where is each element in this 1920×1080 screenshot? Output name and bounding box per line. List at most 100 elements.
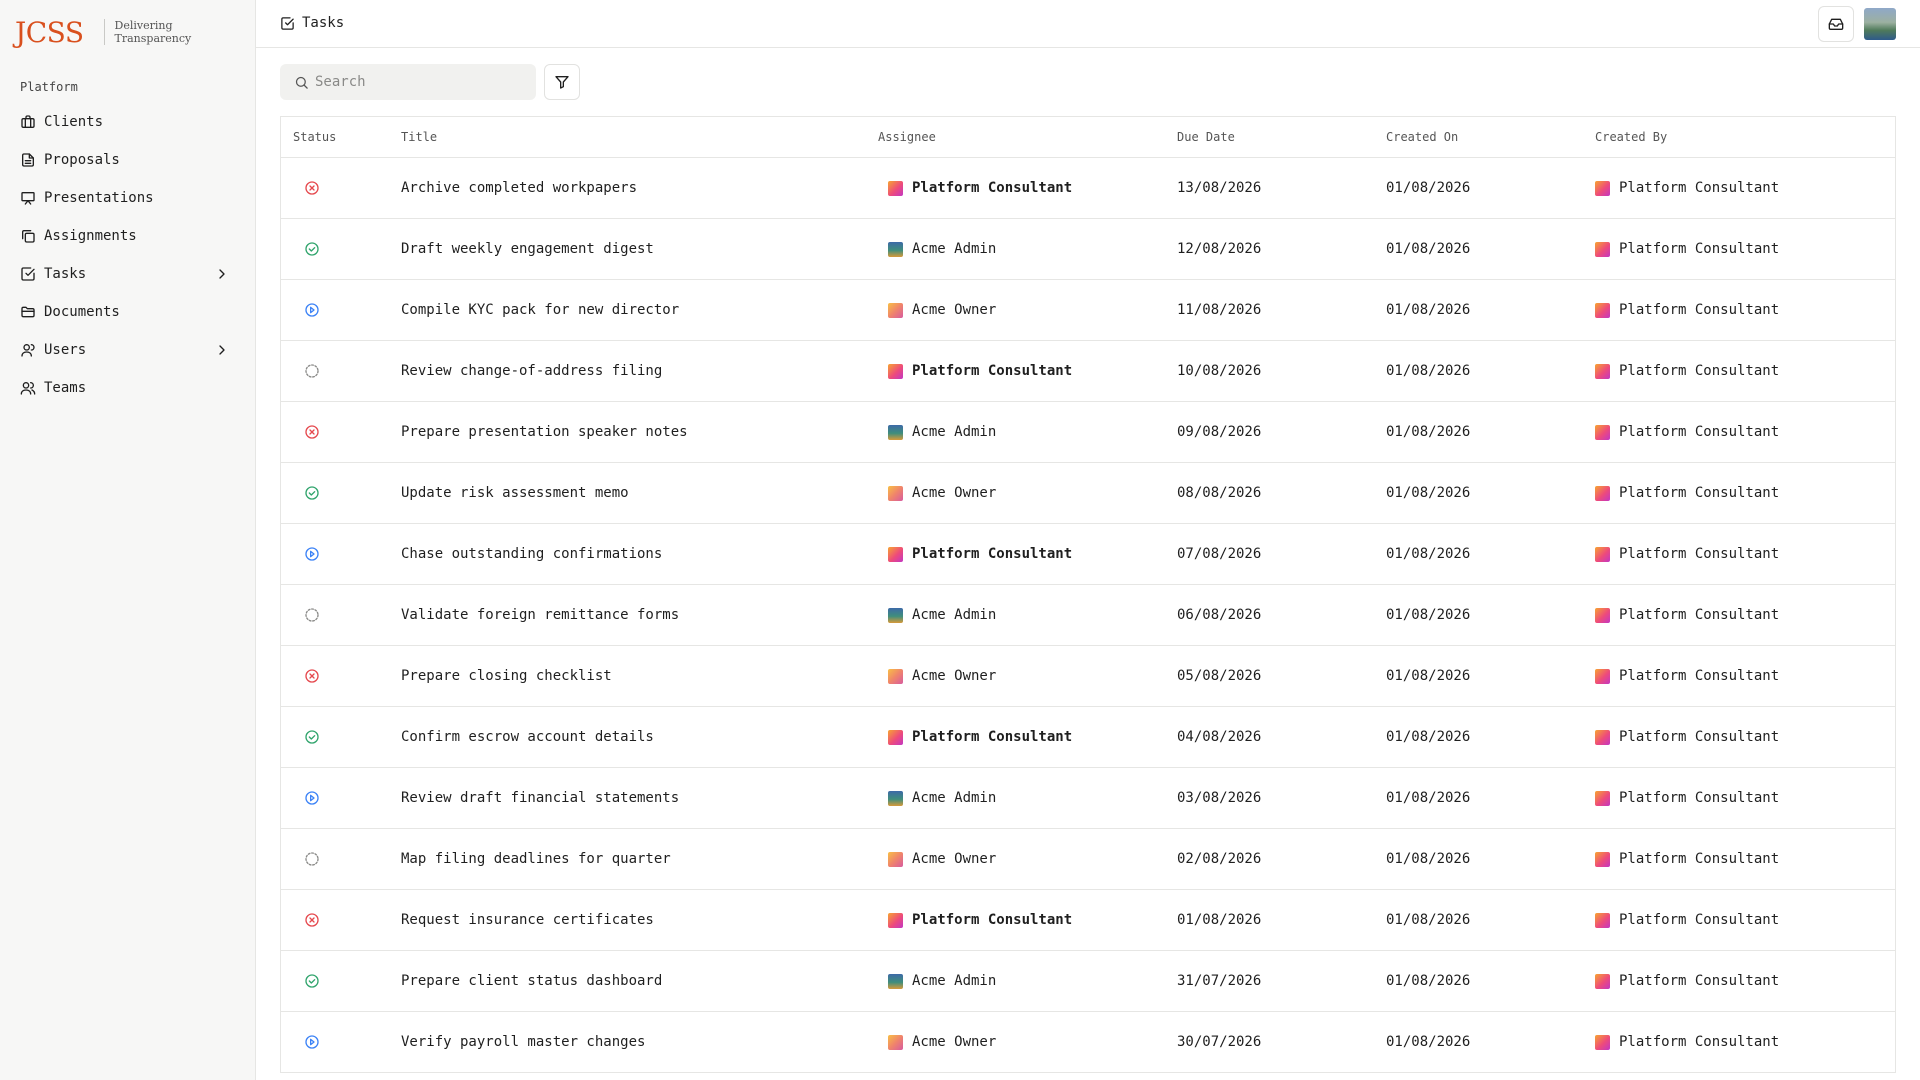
sidebar-item-teams[interactable]: Teams — [12, 369, 244, 407]
assignee-cell[interactable]: Acme Admin — [878, 241, 1177, 257]
status-cell[interactable] — [281, 302, 401, 318]
assignee[interactable]: Acme Admin — [888, 607, 1177, 623]
task-title[interactable]: Review change-of-address filing — [401, 363, 878, 379]
task-title[interactable]: Chase outstanding confirmations — [401, 546, 878, 562]
status-cell[interactable] — [281, 424, 401, 440]
table-row[interactable]: Prepare client status dashboard Acme Admi… — [281, 951, 1895, 1012]
table-row[interactable]: Request insurance certificates Platform C… — [281, 890, 1895, 951]
table-row[interactable]: Confirm escrow account details Platform C… — [281, 707, 1895, 768]
assignee[interactable]: Platform Consultant — [888, 912, 1177, 928]
assignee[interactable]: Platform Consultant — [888, 180, 1177, 196]
task-title[interactable]: Validate foreign remittance forms — [401, 607, 878, 623]
column-header-title[interactable]: Title — [401, 130, 878, 144]
table-row[interactable]: Review draft financial statements Acme Ad… — [281, 768, 1895, 829]
table-row[interactable]: Prepare presentation speaker notes Acme A… — [281, 402, 1895, 463]
assignee-cell[interactable]: Platform Consultant — [878, 546, 1177, 562]
assignee-cell[interactable]: Platform Consultant — [878, 363, 1177, 379]
column-header-due-date[interactable]: Due Date — [1177, 130, 1386, 144]
task-title[interactable]: Request insurance certificates — [401, 912, 878, 928]
status-cell[interactable] — [281, 241, 401, 257]
table-row[interactable]: Review change-of-address filing Platform … — [281, 341, 1895, 402]
column-header-created-on[interactable]: Created On — [1386, 130, 1595, 144]
assignee[interactable]: Acme Owner — [888, 851, 1177, 867]
search-box[interactable] — [280, 64, 536, 100]
assignee-cell[interactable]: Acme Owner — [878, 485, 1177, 501]
assignee-cell[interactable]: Platform Consultant — [878, 912, 1177, 928]
table-row[interactable]: Chase outstanding confirmations Platform … — [281, 524, 1895, 585]
column-header-created-by[interactable]: Created By — [1595, 130, 1895, 144]
logo[interactable]: JCSS — [15, 16, 84, 49]
task-title[interactable]: Prepare client status dashboard — [401, 973, 878, 989]
table-row[interactable]: Compile KYC pack for new director Acme Ow… — [281, 280, 1895, 341]
status-cell[interactable] — [281, 668, 401, 684]
sidebar-item-assignments[interactable]: Assignments — [12, 217, 244, 255]
assignee[interactable]: Acme Owner — [888, 668, 1177, 684]
task-title[interactable]: Update risk assessment memo — [401, 485, 878, 501]
table-row[interactable]: Draft weekly engagement digest Acme Admin… — [281, 219, 1895, 280]
assignee-cell[interactable]: Acme Owner — [878, 668, 1177, 684]
task-title[interactable]: Review draft financial statements — [401, 790, 878, 806]
task-title[interactable]: Verify payroll master changes — [401, 1034, 878, 1050]
table-row[interactable]: Verify payroll master changes Acme Owner 3… — [281, 1012, 1895, 1073]
table-row[interactable]: Archive completed workpapers Platform Con… — [281, 158, 1895, 219]
created-by-cell: Platform Consultant — [1595, 424, 1895, 440]
sidebar-item-documents[interactable]: Documents — [12, 293, 244, 331]
brand[interactable]: JCSS Delivering Transparency — [15, 14, 191, 50]
chevron-right-icon[interactable] — [214, 266, 230, 282]
task-title[interactable]: Draft weekly engagement digest — [401, 241, 878, 257]
status-cell[interactable] — [281, 546, 401, 562]
column-header-assignee[interactable]: Assignee — [878, 130, 1177, 144]
task-title[interactable]: Prepare closing checklist — [401, 668, 878, 684]
status-cell[interactable] — [281, 363, 401, 379]
assignee-cell[interactable]: Acme Admin — [878, 424, 1177, 440]
sidebar-item-users[interactable]: Users — [12, 331, 244, 369]
chevron-right-icon[interactable] — [214, 342, 230, 358]
status-cell[interactable] — [281, 485, 401, 501]
assignee-cell[interactable]: Acme Admin — [878, 607, 1177, 623]
status-cell[interactable] — [281, 790, 401, 806]
assignee-cell[interactable]: Platform Consultant — [878, 180, 1177, 196]
status-cell[interactable] — [281, 973, 401, 989]
table-row[interactable]: Validate foreign remittance forms Acme Ad… — [281, 585, 1895, 646]
assignee-cell[interactable]: Acme Admin — [878, 973, 1177, 989]
assignee-cell[interactable]: Acme Admin — [878, 790, 1177, 806]
sidebar-item-proposals[interactable]: Proposals — [12, 141, 244, 179]
assignee[interactable]: Acme Owner — [888, 302, 1177, 318]
assignee-cell[interactable]: Acme Owner — [878, 851, 1177, 867]
user-avatar[interactable] — [1864, 8, 1896, 40]
assignee[interactable]: Acme Admin — [888, 973, 1177, 989]
table-row[interactable]: Map filing deadlines for quarter Acme Own… — [281, 829, 1895, 890]
assignee-cell[interactable]: Acme Owner — [878, 302, 1177, 318]
sidebar-item-presentations[interactable]: Presentations — [12, 179, 244, 217]
inbox-button[interactable] — [1818, 6, 1854, 42]
filter-button[interactable] — [544, 64, 580, 100]
assignee[interactable]: Acme Owner — [888, 1034, 1177, 1050]
task-title[interactable]: Map filing deadlines for quarter — [401, 851, 878, 867]
status-cell[interactable] — [281, 1034, 401, 1050]
table-row[interactable]: Prepare closing checklist Acme Owner 05/08… — [281, 646, 1895, 707]
sidebar-item-clients[interactable]: Clients — [12, 103, 244, 141]
assignee[interactable]: Platform Consultant — [888, 363, 1177, 379]
task-title[interactable]: Prepare presentation speaker notes — [401, 424, 878, 440]
status-cell[interactable] — [281, 607, 401, 623]
assignee[interactable]: Acme Admin — [888, 424, 1177, 440]
status-cell[interactable] — [281, 180, 401, 196]
assignee[interactable]: Acme Admin — [888, 241, 1177, 257]
status-cell[interactable] — [281, 851, 401, 867]
sidebar-item-tasks[interactable]: Tasks — [12, 255, 244, 293]
assignee-cell[interactable]: Acme Owner — [878, 1034, 1177, 1050]
table-row[interactable]: Update risk assessment memo Acme Owner 08/… — [281, 463, 1895, 524]
search-input[interactable] — [315, 74, 515, 90]
assignee[interactable]: Acme Owner — [888, 485, 1177, 501]
assignee[interactable]: Platform Consultant — [888, 546, 1177, 562]
task-title[interactable]: Archive completed workpapers — [401, 180, 878, 196]
assignee-cell[interactable]: Platform Consultant — [878, 729, 1177, 745]
status-cell[interactable] — [281, 729, 401, 745]
column-header-status[interactable]: Status — [281, 130, 401, 144]
task-title[interactable]: Confirm escrow account details — [401, 729, 878, 745]
created-on: 01/08/2026 — [1386, 912, 1471, 928]
assignee[interactable]: Platform Consultant — [888, 729, 1177, 745]
status-cell[interactable] — [281, 912, 401, 928]
assignee[interactable]: Acme Admin — [888, 790, 1177, 806]
task-title[interactable]: Compile KYC pack for new director — [401, 302, 878, 318]
